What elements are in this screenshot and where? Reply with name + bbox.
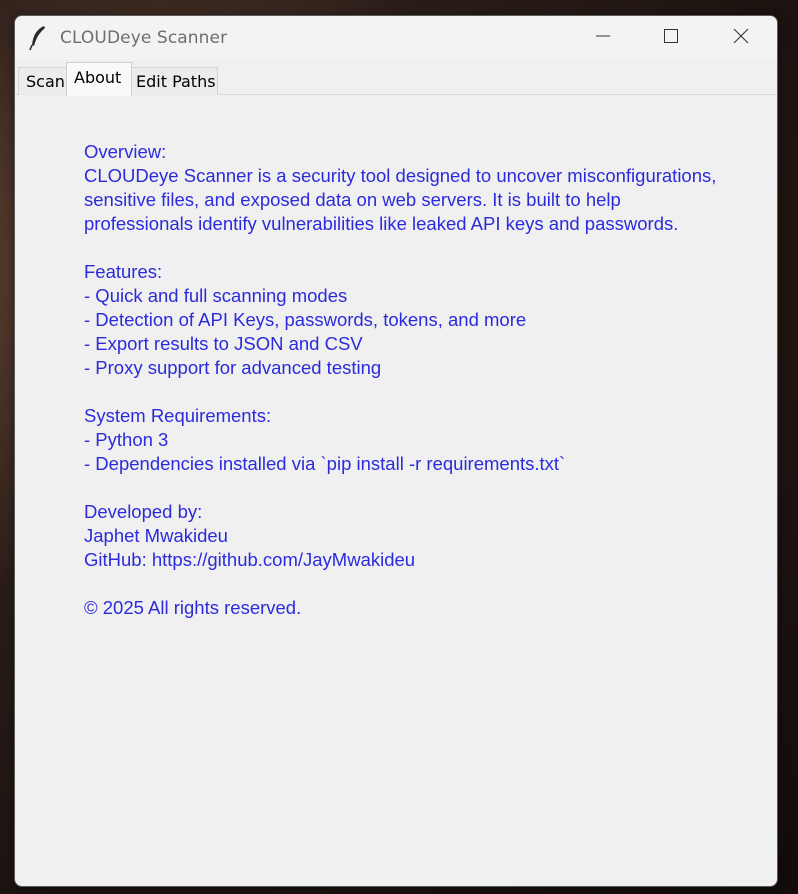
- close-button[interactable]: [707, 16, 775, 60]
- maximize-icon: [663, 28, 679, 49]
- overview-line: professionals identify vulnerabilities l…: [84, 213, 679, 234]
- feature-item: - Detection of API Keys, passwords, toke…: [84, 309, 527, 330]
- developer-name: Japhet Mwakideu: [84, 525, 228, 546]
- requirement-item: - Dependencies installed via `pip instal…: [84, 453, 566, 474]
- feature-item: - Quick and full scanning modes: [84, 285, 348, 306]
- tab-about[interactable]: About: [66, 62, 132, 96]
- overview-line: CLOUDeye Scanner is a security tool desi…: [84, 165, 717, 186]
- tab-bar: Scan About Edit Paths: [15, 62, 777, 96]
- minimize-icon: [595, 28, 611, 49]
- maximize-button[interactable]: [637, 16, 705, 60]
- minimize-button[interactable]: [569, 16, 637, 60]
- overview-line: sensitive files, and exposed data on web…: [84, 189, 621, 210]
- feature-item: - Proxy support for advanced testing: [84, 357, 382, 378]
- title-bar[interactable]: CLOUDeye Scanner: [15, 16, 777, 60]
- app-window: CLOUDeye Scanner Scan About Edit Paths O…: [14, 15, 778, 887]
- feather-icon: [28, 25, 48, 51]
- overview-heading: Overview:: [84, 141, 167, 162]
- close-icon: [733, 28, 749, 49]
- tab-edit-paths[interactable]: Edit Paths: [130, 67, 218, 95]
- copyright-text: © 2025 All rights reserved.: [84, 597, 302, 618]
- requirement-item: - Python 3: [84, 429, 169, 450]
- requirements-heading: System Requirements:: [84, 405, 272, 426]
- window-title: CLOUDeye Scanner: [60, 28, 228, 48]
- tab-scan[interactable]: Scan: [18, 67, 68, 95]
- features-heading: Features:: [84, 261, 163, 282]
- about-text: Overview: CLOUDeye Scanner is a security…: [84, 140, 764, 620]
- github-link: GitHub: https://github.com/JayMwakideu: [84, 549, 416, 570]
- feature-item: - Export results to JSON and CSV: [84, 333, 363, 354]
- developer-heading: Developed by:: [84, 501, 203, 522]
